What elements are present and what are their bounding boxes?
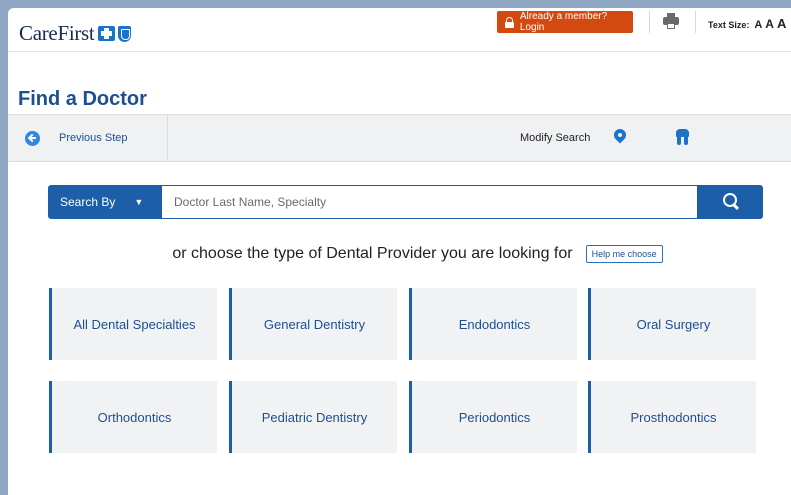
modify-search-label: Modify Search (520, 132, 591, 144)
step-bar: Previous Step Modify Search (8, 114, 791, 162)
provider-type-text: or choose the type of Dental Provider yo… (172, 245, 573, 262)
text-size-control: Text Size: A A A (708, 16, 789, 31)
blue-cross-icon (98, 26, 116, 41)
back-arrow-icon (25, 130, 40, 146)
blue-shield-icon (118, 25, 132, 42)
login-button[interactable]: Already a member? Login (497, 11, 633, 33)
carefirst-logo[interactable]: CareFirst (19, 21, 132, 46)
header-divider (649, 11, 650, 33)
provider-tile-periodontics[interactable]: Periodontics (409, 381, 577, 453)
provider-tile-orthodontics[interactable]: Orthodontics (49, 381, 217, 453)
location-pin-icon[interactable] (611, 126, 629, 145)
provider-tile-all-dental-specialties[interactable]: All Dental Specialties (49, 288, 217, 360)
printer-icon[interactable] (663, 13, 679, 29)
search-icon (723, 193, 739, 209)
provider-tile-prosthodontics[interactable]: Prosthodontics (588, 381, 756, 453)
text-size-large-button[interactable]: A (777, 16, 786, 31)
provider-tile-oral-surgery[interactable]: Oral Surgery (588, 288, 756, 360)
text-size-medium-button[interactable]: A (765, 17, 774, 31)
search-bar: Search By ▼ (48, 185, 763, 219)
site-header: CareFirst Already a member? Login Text S… (8, 8, 791, 52)
provider-tile-pediatric-dentistry[interactable]: Pediatric Dentistry (229, 381, 397, 453)
lock-icon (505, 16, 514, 28)
provider-tile-general-dentistry[interactable]: General Dentistry (229, 288, 397, 360)
page-title: Find a Doctor (18, 88, 147, 110)
page: CareFirst Already a member? Login Text S… (8, 8, 791, 495)
search-by-dropdown[interactable]: Search By ▼ (48, 185, 162, 219)
help-me-choose-button[interactable]: Help me choose (585, 245, 663, 263)
search-by-label: Search By (60, 195, 116, 209)
provider-tile-endodontics[interactable]: Endodontics (409, 288, 577, 360)
login-label: Already a member? Login (519, 11, 608, 33)
tooth-icon[interactable] (676, 129, 689, 145)
text-size-label: Text Size: (708, 20, 750, 30)
text-size-small-button[interactable]: A (754, 19, 762, 31)
previous-step-label: Previous Step (59, 132, 128, 144)
header-divider (695, 11, 696, 33)
caret-down-icon: ▼ (134, 197, 144, 207)
search-input[interactable] (162, 185, 697, 219)
logo-text: CareFirst (19, 21, 95, 45)
provider-type-prompt: or choose the type of Dental Provider yo… (8, 245, 791, 263)
previous-step-button[interactable]: Previous Step (8, 115, 168, 161)
search-button[interactable] (697, 185, 763, 219)
